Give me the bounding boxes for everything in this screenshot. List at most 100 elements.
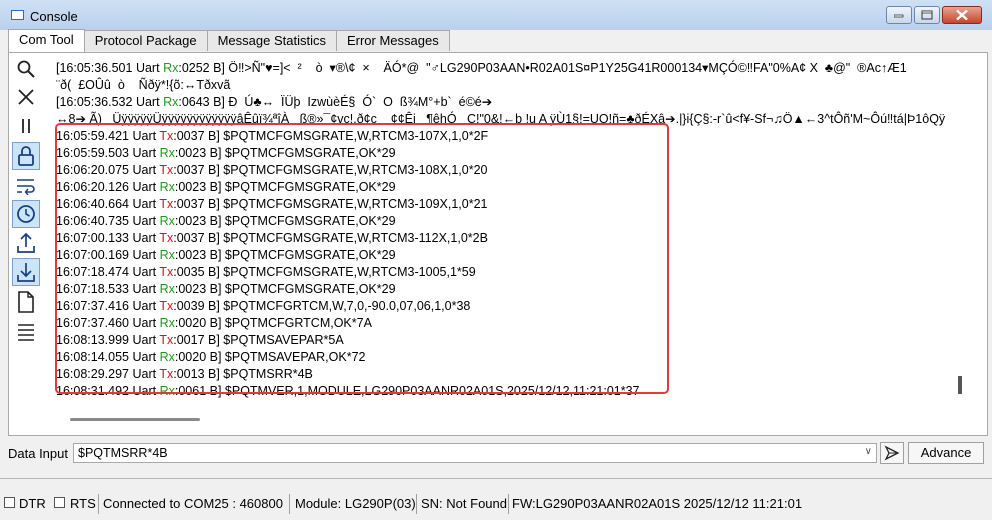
log-timestamp: 16:06:20.126 [56,180,129,194]
log-direction-rx: Rx [159,146,175,160]
download-button[interactable] [12,258,40,286]
log-line: [16:05:36.501 Uart Rx:0252 B] Ö‼>Ñ"♥=]< … [56,60,907,77]
log-line: ↔8➔ Ã) ÜÿÿÿÿÿÜÿÿÿÿÿÿÿÿÿÿÿÿâÊûï¾ªîÀ ß®»¯¢… [56,111,945,128]
search-icon [17,60,35,78]
log-direction-tx: Tx [159,299,174,313]
log-timestamp: 16:06:40.735 [56,214,129,228]
divider [0,478,992,479]
log-line: 16:07:00.133 Uart Tx:0037 B] $PQTMCFGMSG… [56,230,488,247]
log-timestamp: 16:06:40.664 [56,197,129,211]
upload-icon [17,232,35,253]
status-separator [289,494,290,514]
close-button[interactable] [942,6,982,24]
clock-icon [17,205,35,223]
dtr-checkbox[interactable] [4,497,15,508]
sn-status: SN: Not Found [421,496,507,511]
log-port: Uart [132,265,157,279]
word-wrap-button[interactable] [12,172,40,200]
log-message: :0013 B] $PQTMSRR*4B [173,367,313,381]
log-line: 16:07:18.533 Uart Rx:0023 B] $PQTMCFGMSG… [56,281,396,298]
log-direction-tx: Tx [159,367,174,381]
firmware-status: FW:LG290P03AANR02A01S 2025/12/12 11:21:0… [512,496,803,511]
log-direction-rx: Rx [159,282,175,296]
log-line: 16:05:59.421 Uart Tx:0037 B] $PQTMCFGMSG… [56,128,488,145]
data-input-field[interactable]: $PQTMSRR*4B ∨ [73,443,877,463]
log-line: 16:08:14.055 Uart Rx:0020 B] $PQTMSAVEPA… [56,349,365,366]
log-timestamp: 16:07:37.460 [56,316,129,330]
log-line: 16:06:40.735 Uart Rx:0023 B] $PQTMCFGMSG… [56,213,396,230]
pause-button[interactable] [12,112,40,140]
vertical-scrollbar[interactable] [958,376,962,394]
log-line: 16:08:29.297 Uart Tx:0013 B] $PQTMSRR*4B [56,366,313,383]
log-timestamp: 16:08:14.055 [56,350,129,364]
log-direction-rx: Rx [163,61,179,75]
timestamp-button[interactable] [12,200,40,228]
maximize-icon [921,10,933,20]
log-direction-rx: Rx [163,95,179,109]
log-message: :0020 B] $PQTMSAVEPAR,OK*72 [174,350,366,364]
log-message: :0023 B] $PQTMCFGMSGRATE,OK*29 [174,248,396,262]
lock-scroll-button[interactable] [12,142,40,170]
log-line: 16:08:13.999 Uart Tx:0017 B] $PQTMSAVEPA… [56,332,344,349]
log-line: 16:08:31.492 Uart Rx:0061 B] $PQTMVER,1,… [56,383,640,400]
log-direction-rx: Rx [159,384,175,398]
log-timestamp: 16:07:37.416 [56,299,129,313]
log-line: [16:05:36.532 Uart Rx:0643 B] Ð Ú♣↔ ÏÜþ … [56,94,492,111]
log-timestamp: 16:07:18.533 [56,282,129,296]
rts-checkbox[interactable] [54,497,65,508]
list-button[interactable] [12,318,40,346]
log-port: Uart [132,316,157,330]
log-port: Uart [132,282,157,296]
minimize-icon [894,14,904,18]
log-timestamp: 16:07:18.474 [56,265,129,279]
minimize-button[interactable] [886,6,912,24]
log-message: :0035 B] $PQTMCFGMSGRATE,W,RTCM3-1005,1*… [173,265,476,279]
tab-message-statistics[interactable]: Message Statistics [206,30,337,51]
log-message: :0037 B] $PQTMCFGMSGRATE,W,RTCM3-107X,1,… [173,129,489,143]
log-timestamp: 16:05:59.421 [56,129,129,143]
log-line: 16:07:37.416 Uart Tx:0039 B] $PQTMCFGRTC… [56,298,470,315]
search-button[interactable] [12,55,40,83]
log-direction-rx: Rx [159,316,175,330]
log-port: Uart [132,180,157,194]
log-message: :0037 B] $PQTMCFGMSGRATE,W,RTCM3-108X,1,… [173,163,488,177]
log-timestamp: [16:05:36.532 [56,95,133,109]
log-area[interactable]: [16:05:36.501 Uart Rx:0252 B] Ö‼>Ñ"♥=]< … [50,56,964,402]
log-timestamp: 16:07:00.169 [56,248,129,262]
download-icon [17,263,35,282]
tab-com-tool[interactable]: Com Tool [8,29,85,52]
log-message: :0037 B] $PQTMCFGMSGRATE,W,RTCM3-112X,1,… [173,231,488,245]
maximize-button[interactable] [914,6,940,24]
log-direction-rx: Rx [159,248,175,262]
log-direction-tx: Tx [159,163,174,177]
log-direction-rx: Rx [159,350,175,364]
title-bar: Console [0,0,992,30]
upload-button[interactable] [12,229,40,257]
tab-protocol-package[interactable]: Protocol Package [83,30,208,51]
log-line: 16:06:40.664 Uart Tx:0037 B] $PQTMCFGMSG… [56,196,487,213]
log-port: Uart [132,146,157,160]
log-message: :0252 B] Ö‼>Ñ"♥=]< ² ò ▾®\¢ × ÄÓ*@ "♂LG2… [178,61,907,75]
send-icon [884,445,900,461]
log-timestamp: 16:06:20.075 [56,163,129,177]
file-button[interactable] [12,288,40,316]
log-message: :0037 B] $PQTMCFGMSGRATE,W,RTCM3-109X,1,… [173,197,488,211]
log-message: :0023 B] $PQTMCFGMSGRATE,OK*29 [174,146,396,160]
chevron-down-icon[interactable]: ∨ [865,446,872,457]
file-icon [18,291,34,313]
log-timestamp: 16:08:13.999 [56,333,129,347]
send-button[interactable] [880,442,904,464]
log-message: ↔8➔ Ã) ÜÿÿÿÿÿÜÿÿÿÿÿÿÿÿÿÿÿÿâÊûï¾ªîÀ ß®»¯¢… [56,112,946,126]
module-status: Module: LG290P(03) [295,496,416,511]
clear-button[interactable] [12,83,40,111]
tab-error-messages[interactable]: Error Messages [335,30,450,51]
log-line: 16:05:59.503 Uart Rx:0023 B] $PQTMCFGMSG… [56,145,396,162]
status-separator [416,494,417,514]
advance-button[interactable]: Advance [908,442,984,464]
log-port: Uart [132,231,157,245]
lock-icon [18,146,34,166]
horizontal-scrollbar[interactable] [70,418,200,421]
log-timestamp: 16:07:00.133 [56,231,129,245]
log-message: :0023 B] $PQTMCFGMSGRATE,OK*29 [174,214,396,228]
log-port: Uart [132,350,157,364]
